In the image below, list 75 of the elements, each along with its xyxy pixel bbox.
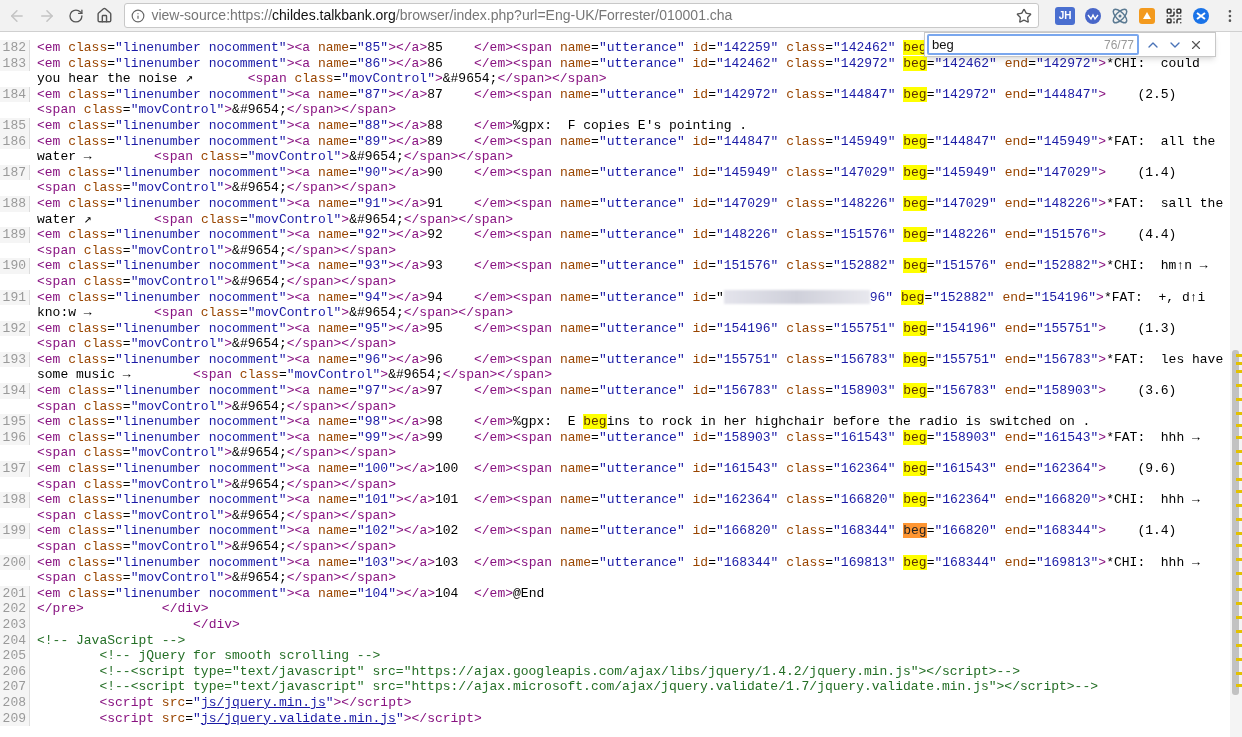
source-line: <em class="linenumber nocomment"><a name="89"></a>89 </em><span name="utterance" id="144847" class="145949" beg="144847" end="145949">*FAT: all the water → <span class="movControl">&#9654;</span></span> bbox=[37, 133, 1217, 165]
home-icon[interactable] bbox=[95, 7, 113, 24]
line-number: 182 bbox=[0, 40, 30, 56]
source-line: <em class="linenumber nocomment"><a name="102"></a>102 </em><span name="utterance" id="166820" class="168344" beg="166820" end="168344"> (1.4) bbox=[37, 523, 1178, 539]
line-number: 195 bbox=[0, 414, 30, 430]
source-line: <em class="linenumber nocomment"><a name="97"></a>97 </em><span name="utterance" id="156783" class="158903" beg="156783" end="158903"> (3.6) bbox=[37, 383, 1178, 399]
source-line: <span class="movControl">&#9654;</span></span> bbox=[37, 476, 397, 493]
source-code: </div> bbox=[193, 616, 240, 632]
source-line: <em class="linenumber nocomment"><a name="95"></a>95 </em><span name="utterance" id="154196" class="155751" beg="154196" end="155751"> (1.3) bbox=[37, 320, 1178, 337]
source-line: <span class="movControl">&#9654;</span></span> bbox=[37, 539, 397, 555]
source-line: <script src="js/jquery.validate.min.js"></script> bbox=[98, 710, 483, 727]
line-number: 191 bbox=[0, 289, 30, 306]
source-line: <em class="linenumber nocomment"><a name="104"></a>104 </em>@End bbox=[37, 585, 546, 602]
source-line: <!--<script type="text/javascript" src="https://ajax.microsoft.com/ajax/jquery.validate/1.7/jquery.validate.min.js"></script>--> bbox=[98, 679, 1099, 695]
source-line: <em class="linenumber nocomment"><a name="98"></a>98 </em>%gpx: E begins to rock in her highchair before the radio is switched on . bbox=[37, 414, 1092, 430]
line-number: 192 bbox=[0, 320, 30, 337]
atom-icon[interactable] bbox=[1111, 6, 1130, 25]
source-line: <em class="linenumber nocomment"><a name="96"></a>96 </em><span name="utterance" id="155751" class="156783" beg="155751" end="156783">*FAT: les have some music → <span class="movControl">&#9654;</span></span> bbox=[37, 351, 1225, 384]
line-number: 202 bbox=[0, 601, 30, 617]
line-number: 190 bbox=[0, 258, 30, 274]
source-line: <em class="linenumber nocomment"><a name="92"></a>92 </em><span name="utterance" id="148226" class="151576" beg="148226" end="151576"> (4.4) bbox=[37, 227, 1178, 243]
scrollbar[interactable] bbox=[1230, 32, 1242, 737]
qr-code-icon[interactable] bbox=[1165, 6, 1184, 25]
source-line: <span class="movControl">&#9654;</span></span> bbox=[37, 336, 397, 352]
line-number: 194 bbox=[0, 383, 30, 399]
reload-icon[interactable] bbox=[67, 7, 84, 24]
source-line: <em class="linenumber nocomment"><a name="93"></a>93 </em><span name="utterance" id="151576" class="152882" beg="151576" end="152882">*CHI: hm↑n → bbox=[37, 258, 1209, 274]
bookmark-star-icon[interactable] bbox=[1016, 7, 1033, 24]
source-line: <em class="linenumber nocomment"><a name="99"></a>99 </em><span name="utterance" id="158903" class="161543" beg="158903" end="161543">*FAT: hhh → bbox=[37, 429, 1201, 446]
source-line: <span class="movControl">&#9654;</span></span> bbox=[37, 398, 397, 415]
source-line: <script src="js/jquery.min.js"></script> bbox=[98, 694, 413, 711]
source-line: <em class="linenumber nocomment"><a name="86"></a>86 </em><span name="utterance" id="142462" class="142972" beg="142462" end="142972">*CHI: could you hear the noise ↗ <span class="movControl">&#9654;</span></span> bbox=[37, 55, 1201, 87]
line-number: 193 bbox=[0, 351, 30, 368]
source-link[interactable]: js/jquery.validate.min.js bbox=[200, 710, 396, 726]
source-line: <span class="movControl">&#9654;</span></span> bbox=[37, 180, 397, 196]
address-bar[interactable]: view-source:https://childes.talkbank.org/browser/index.php?url=Eng-UK/Forrester/010001.cha bbox=[124, 3, 1040, 28]
source-line: <span class="movControl">&#9654;</span></span> bbox=[37, 102, 397, 118]
match-count: 76/77 bbox=[1103, 36, 1134, 54]
source-code: </pre> bbox=[37, 601, 84, 617]
line-number: 197 bbox=[0, 461, 30, 477]
line-number: 198 bbox=[0, 492, 30, 508]
info-icon[interactable] bbox=[131, 8, 146, 23]
extension-button[interactable]: JH bbox=[1055, 6, 1076, 25]
extension-icon[interactable] bbox=[1192, 6, 1211, 25]
source-link[interactable]: js/jquery.min.js bbox=[200, 694, 326, 710]
line-number: 207 bbox=[0, 679, 30, 695]
source-line: <span class="movControl">&#9654;</span></span> bbox=[37, 445, 397, 462]
line-number: 201 bbox=[0, 585, 30, 602]
source-line: <em class="linenumber nocomment"><a name="88"></a>88 </em>%gpx: F copies E's pointing . bbox=[37, 117, 749, 134]
source-code: </div> bbox=[161, 601, 209, 617]
source-line: <em class="linenumber nocomment"><a name="100"></a>100 </em><span name="utterance" id="161543" class="162364" beg="161543" end="162364"> (9.6) bbox=[37, 461, 1178, 477]
source-line: <em class="linenumber nocomment"><a name="90"></a>90 </em><span name="utterance" id="145949" class="147029" beg="145949" end="147029"> (1.4) bbox=[37, 164, 1178, 181]
line-number: 185 bbox=[0, 117, 30, 134]
source-line: <span class="movControl">&#9654;</span></span> bbox=[37, 242, 397, 259]
source-line: <em class="linenumber nocomment"><a name="91"></a>91 </em><span name="utterance" id="147029" class="148226" beg="147029" end="148226">*FAT: sall the water ↗ <span class="movControl">&#9654;</span></span> bbox=[37, 195, 1225, 228]
source-line: <span class="movControl">&#9654;</span></span> bbox=[37, 507, 397, 524]
line-number: 187 bbox=[0, 164, 30, 181]
source-line: <em class="linenumber nocomment"><a name="103"></a>103 </em><span name="utterance" id="168344" class="169813" beg="168344" end="169813">*CHI: hhh → bbox=[37, 554, 1201, 571]
line-number: 200 bbox=[0, 554, 30, 571]
source-line: <span class="movControl">&#9654;</span></span> bbox=[37, 273, 397, 290]
line-number: 184 bbox=[0, 86, 30, 103]
line-number: 189 bbox=[0, 227, 30, 243]
url-text: view-source:https://childes.talkbank.org/browser/index.php?url=Eng-UK/Forrester/010001.cha bbox=[151, 6, 734, 25]
source-line: <!--<script type="text/javascript" src="https://ajax.googleapis.com/ajax/libs/jquery/1.4.2/jquery.min.js"></script>--> bbox=[98, 663, 1021, 680]
extension-icon[interactable] bbox=[1084, 6, 1103, 25]
source-line: <!-- JavaScript --> bbox=[37, 632, 187, 649]
line-number: 205 bbox=[0, 648, 30, 664]
line-number: 199 bbox=[0, 523, 30, 539]
source-line: <em class="linenumber nocomment"><a name="94"></a>94 </em><span name="utterance" id=" 96" beg="152882" end="154196">*FAT: +, d↑i kno:w → <span class="movControl">&#9654;</span></span> bbox=[37, 289, 1207, 321]
find-input[interactable]: beg 76/77 bbox=[927, 34, 1139, 55]
line-number: 188 bbox=[0, 195, 30, 212]
source-line: <span class="movControl">&#9654;</span></span> bbox=[37, 570, 397, 586]
source-line: <em class="linenumber nocomment"><a name="101"></a>101 </em><span name="utterance" id="162364" class="166820" beg="162364" end="166820">*CHI: hhh → bbox=[37, 492, 1201, 508]
source-line: <em class="linenumber nocomment"><a name="87"></a>87 </em><span name="utterance" id="142972" class="144847" beg="142972" end="144847"> (2.5) bbox=[37, 86, 1178, 103]
source-line: <!-- jQuery for smooth scrolling --> bbox=[98, 648, 382, 664]
